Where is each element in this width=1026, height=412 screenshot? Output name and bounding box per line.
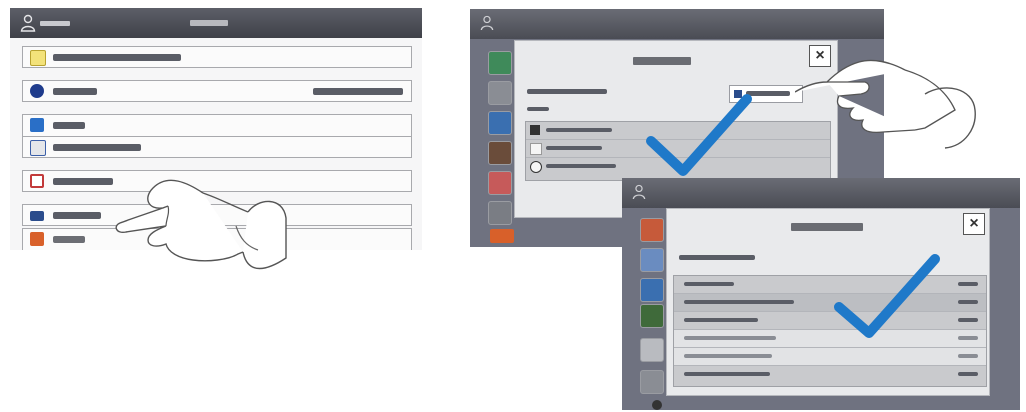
copy-icon: [30, 140, 46, 156]
app-icon: [30, 118, 44, 132]
app-tile[interactable]: [488, 111, 512, 135]
app-tile[interactable]: [640, 218, 664, 242]
device-header: [622, 178, 1020, 208]
print-icon: [30, 174, 44, 188]
document-icon: [530, 143, 542, 155]
list-item[interactable]: [674, 348, 986, 366]
user-icon[interactable]: [480, 15, 494, 31]
user-icon[interactable]: [632, 184, 646, 200]
dialog-title: [633, 57, 691, 65]
factory-icon: [30, 211, 44, 221]
app-tile[interactable]: [488, 81, 512, 105]
check-icon: [646, 94, 752, 176]
app-tile[interactable]: [488, 201, 512, 225]
app-tile[interactable]: [488, 141, 512, 165]
panel-title: [190, 20, 228, 26]
device-screen-bottom: ×: [622, 178, 1020, 410]
status-icon: [652, 400, 662, 410]
app-tile[interactable]: [640, 248, 664, 272]
email-icon[interactable]: [490, 229, 514, 243]
user-icon[interactable]: [20, 14, 36, 32]
pointing-hand-icon: [795, 59, 976, 149]
folder-icon: [30, 50, 46, 66]
user-name: [40, 21, 70, 26]
app-row-3[interactable]: [22, 114, 412, 137]
app-tile[interactable]: [488, 51, 512, 75]
check-icon: [834, 254, 940, 338]
app-tile[interactable]: [488, 171, 512, 195]
dialog-window: ×: [666, 208, 990, 396]
panel-header: [10, 8, 422, 38]
app-tile[interactable]: [640, 338, 664, 362]
app-row-2[interactable]: [22, 80, 412, 102]
radio-icon: [530, 161, 542, 173]
email-icon: [30, 232, 44, 246]
device-header: [470, 9, 884, 39]
pointing-hand-icon: [115, 179, 287, 270]
app-tile[interactable]: [640, 304, 664, 328]
app-row-1[interactable]: [22, 46, 412, 68]
close-button[interactable]: ×: [963, 213, 985, 235]
app-tile[interactable]: [640, 370, 664, 394]
globe-icon: [30, 84, 44, 98]
list-item[interactable]: [674, 366, 986, 383]
device-icon: [530, 125, 540, 135]
dialog-title: [791, 223, 863, 231]
app-row-4[interactable]: [22, 136, 412, 158]
app-tile[interactable]: [640, 278, 664, 302]
